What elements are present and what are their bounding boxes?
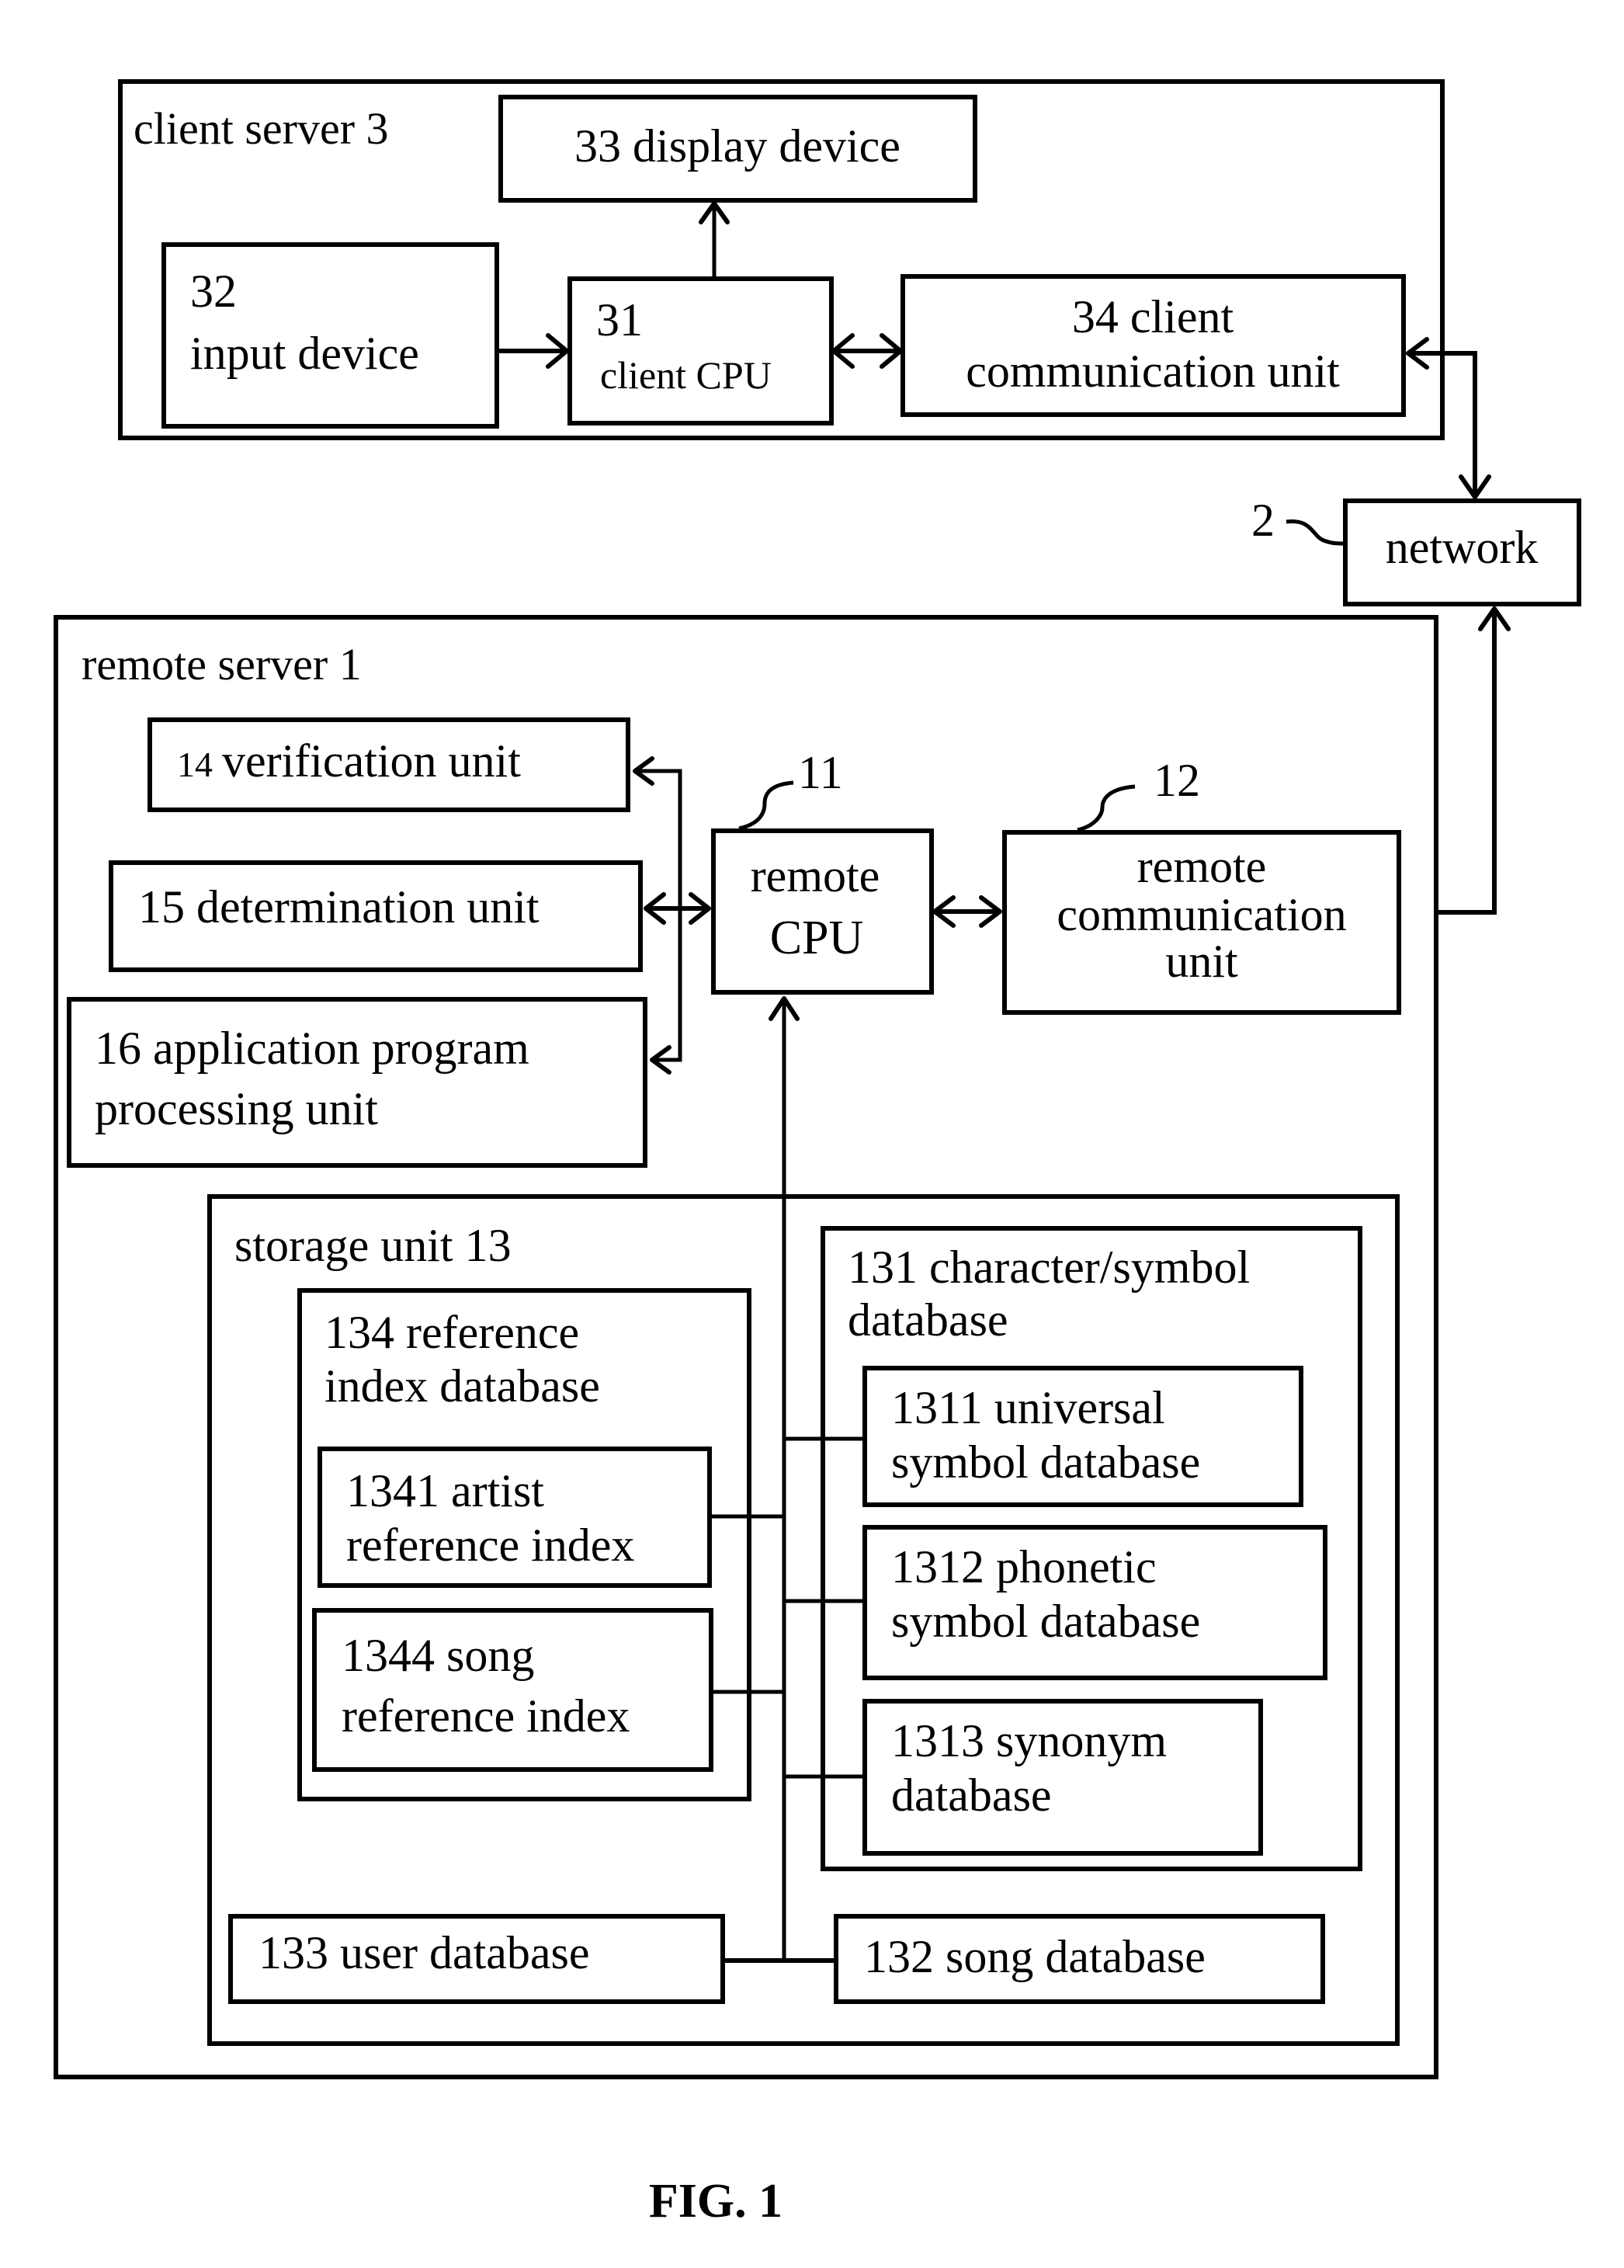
verification-unit-block: 14 verification unit xyxy=(147,717,630,812)
storage-unit-title: storage unit 13 xyxy=(234,1220,512,1271)
remote-server: remote server 1 14 verification unit 15 d… xyxy=(54,615,1438,2079)
song-database-label: 132 song database xyxy=(864,1931,1206,1982)
universal-symbol-database-line2: symbol database xyxy=(891,1436,1200,1488)
verification-unit-text: verification unit xyxy=(222,735,521,787)
phonetic-symbol-database-line1: 1312 phonetic xyxy=(891,1541,1157,1592)
song-reference-index-line1: 1344 song xyxy=(342,1630,534,1681)
artist-reference-index-block: 1341 artist reference index xyxy=(318,1447,712,1588)
phonetic-symbol-database-block: 1312 phonetic symbol database xyxy=(862,1525,1327,1680)
storage-unit: storage unit 13 134 reference index data… xyxy=(207,1194,1400,2046)
determination-unit-block: 15 determination unit xyxy=(109,860,643,972)
network-block: network 2 xyxy=(1251,495,1581,606)
remote-cpu-line1: remote xyxy=(751,850,880,901)
input-device-number: 32 xyxy=(190,266,237,317)
application-program-processing-unit-line2: processing unit xyxy=(95,1083,378,1134)
input-device-block: 32 input device xyxy=(161,242,499,429)
user-database-label: 133 user database xyxy=(259,1927,590,1978)
character-symbol-database-line1: 131 character/symbol xyxy=(848,1242,1250,1293)
remote-server-title: remote server 1 xyxy=(82,639,362,689)
remote-communication-unit-line1: remote xyxy=(1137,841,1267,892)
client-communication-unit-block: 34 client communication unit xyxy=(900,274,1406,417)
client-cpu-block: 31 client CPU xyxy=(567,276,834,425)
figure-caption: FIG. 1 xyxy=(649,2175,783,2228)
reference-index-database-line1: 134 reference xyxy=(324,1307,579,1358)
application-program-processing-unit-line1: 16 application program xyxy=(95,1023,529,1074)
client-cpu-number: 31 xyxy=(596,294,643,346)
application-program-processing-unit-block: 16 application program processing unit xyxy=(67,997,647,1168)
artist-reference-index-line2: reference index xyxy=(346,1520,634,1571)
reference-index-database-line2: index database xyxy=(324,1360,600,1412)
remote-communication-unit-line2: communication xyxy=(1057,889,1346,940)
song-database-block: 132 song database xyxy=(834,1914,1325,2004)
client-communication-unit-line1: 34 client xyxy=(1072,291,1234,342)
remote-cpu-ref-number: 11 xyxy=(798,747,843,798)
universal-symbol-database-block: 1311 universal symbol database xyxy=(862,1366,1303,1507)
song-reference-index-line2: reference index xyxy=(342,1690,630,1742)
remote-cpu-line2: CPU xyxy=(770,912,864,964)
display-device-label: 33 display device xyxy=(574,120,900,172)
network-ref-number: 2 xyxy=(1251,495,1275,546)
network-leader-line xyxy=(1286,519,1346,546)
song-reference-index-block: 1344 song reference index xyxy=(312,1608,713,1772)
character-symbol-database-line2: database xyxy=(848,1294,1008,1346)
reference-index-database-block: 134 reference index database 1341 artist… xyxy=(297,1288,751,1801)
system-block-diagram: client server 3 33 display device 32 inp… xyxy=(54,79,1581,2228)
remote-communication-unit-ref-number: 12 xyxy=(1154,755,1200,806)
synonym-database-line1: 1313 synonym xyxy=(891,1715,1167,1766)
verification-unit-number: 14 xyxy=(177,745,213,784)
synonym-database-line2: database xyxy=(891,1770,1052,1821)
phonetic-symbol-database-line2: symbol database xyxy=(891,1596,1200,1647)
character-symbol-database-block: 131 character/symbol database 1311 unive… xyxy=(821,1226,1362,1871)
client-communication-unit-line2: communication unit xyxy=(966,346,1340,397)
remote-communication-unit-line3: unit xyxy=(1165,936,1238,987)
artist-reference-index-line1: 1341 artist xyxy=(346,1465,544,1516)
universal-symbol-database-line1: 1311 universal xyxy=(891,1382,1165,1433)
display-device-block: 33 display device xyxy=(498,95,977,203)
verification-unit-label: 14 verification unit xyxy=(177,735,521,787)
client-cpu-label: client CPU xyxy=(600,353,772,397)
client-server: client server 3 33 display device 32 inp… xyxy=(118,79,1445,440)
determination-unit-label: 15 determination unit xyxy=(138,881,540,933)
user-database-block: 133 user database xyxy=(228,1914,725,2004)
synonym-database-block: 1313 synonym database xyxy=(862,1699,1263,1856)
client-server-title: client server 3 xyxy=(134,103,389,154)
network-label: network xyxy=(1386,522,1539,573)
input-device-label: input device xyxy=(190,328,419,379)
